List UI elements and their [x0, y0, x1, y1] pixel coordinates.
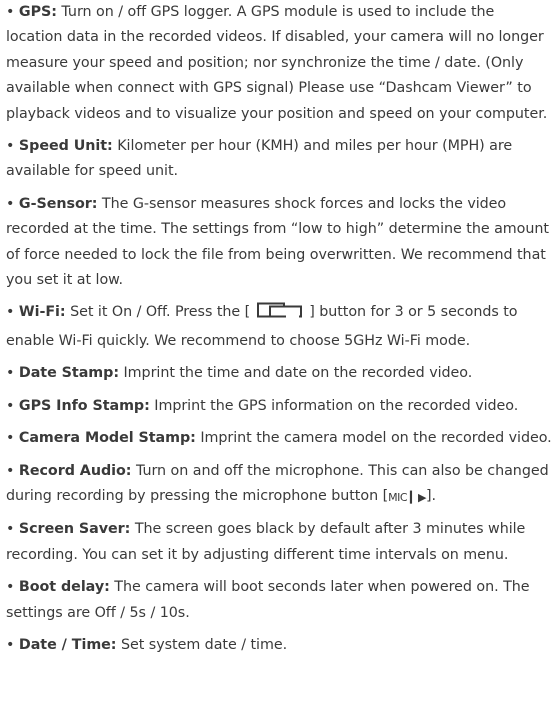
setting-description: Set it On / Off. Press the [	[70, 304, 251, 321]
setting-description: Imprint the time and date on the recorde…	[123, 365, 473, 382]
setting-g-sensor: • G-Sensor: The G-sensor measures shock …	[6, 195, 549, 289]
setting-term: Screen Saver:	[18, 521, 131, 538]
setting-term: GPS Info Stamp:	[18, 397, 150, 414]
setting-screen-saver: • Screen Saver: The screen goes black by…	[6, 521, 526, 563]
setting-speed-unit: • Speed Unit: Kilometer per hour (KMH) a…	[6, 138, 513, 180]
manual-page: • GPS: Turn on / off GPS logger. A GPS m…	[6, 0, 554, 658]
setting-description: Imprint the camera model on the recorded…	[200, 430, 552, 447]
setting-description: Set system date / time.	[120, 636, 288, 653]
mode-button-icon	[256, 302, 303, 328]
mic-button-icon: MIC ▎▶	[388, 490, 426, 504]
setting-term: Date Stamp:	[18, 365, 119, 382]
setting-description: Turn on / off GPS logger. A GPS module i…	[6, 4, 548, 122]
setting-term: Record Audio:	[18, 462, 132, 479]
setting-boot-delay: • Boot delay: The camera will boot secon…	[6, 579, 530, 621]
setting-term: GPS:	[18, 4, 57, 20]
setting-description: Imprint the GPS information on the recor…	[154, 397, 519, 414]
setting-description-end: ].	[425, 487, 436, 504]
setting-term: G-Sensor:	[18, 195, 98, 212]
setting-term: Date / Time:	[18, 636, 117, 653]
setting-gps-info-stamp: • GPS Info Stamp: Imprint the GPS inform…	[6, 397, 519, 414]
setting-wifi: • Wi-Fi: Set it On / Off. Press the [ ] …	[6, 302, 518, 349]
setting-record-audio: • Record Audio: Turn on and off the micr…	[6, 459, 554, 511]
setting-term: Boot delay:	[18, 579, 110, 596]
setting-term: Camera Model Stamp:	[18, 430, 196, 447]
setting-date-stamp: • Date Stamp: Imprint the time and date …	[6, 365, 473, 382]
setting-camera-model-stamp: • Camera Model Stamp: Imprint the camera…	[6, 430, 552, 447]
setting-term: Speed Unit:	[18, 138, 113, 155]
setting-date-time: • Date / Time: Set system date / time.	[6, 636, 288, 653]
setting-term: Wi-Fi:	[18, 304, 66, 321]
setting-gps: • GPS: Turn on / off GPS logger. A GPS m…	[6, 4, 548, 122]
